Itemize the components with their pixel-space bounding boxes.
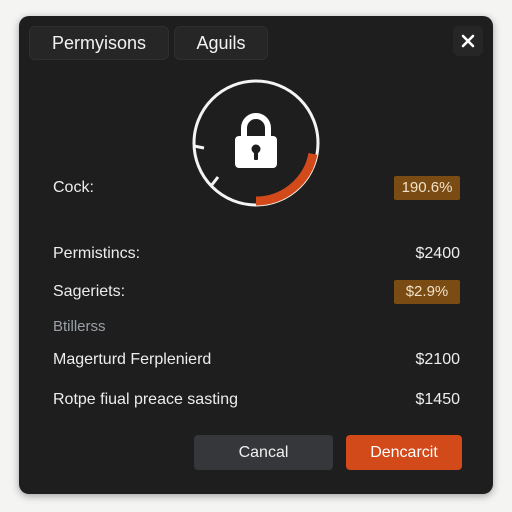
row-label: Magerturd Ferplenierd [53, 351, 212, 368]
row-value: $2400 [415, 245, 461, 262]
row-label: Cock: [53, 179, 94, 196]
close-button[interactable] [453, 26, 483, 56]
row-label: Rotpe fiual preace sasting [53, 391, 238, 408]
list-item-cock: Cock: 190.6% [53, 176, 460, 202]
close-icon [461, 34, 475, 48]
row-value: $1450 [415, 391, 461, 408]
row-label: Sageriets: [53, 283, 126, 300]
row-label: Permistincs: [53, 245, 141, 262]
list-item-magerturd: Magerturd Ferplenierd $2100 [53, 348, 460, 374]
section-label: Btillerss [53, 318, 106, 335]
section-heading-btillerss: Btillerss [53, 315, 460, 341]
row-value-badge: 190.6% [394, 176, 460, 200]
permissions-dialog: Permyisons Aguils Cock: 190.6% Permistin… [19, 16, 493, 494]
confirm-button[interactable]: Dencarcit [346, 435, 462, 470]
list-item-rotpe: Rotpe fiual preace sasting $1450 [53, 388, 460, 414]
tab-permissions[interactable]: Permyisons [29, 26, 169, 60]
cancel-button[interactable]: Cancal [194, 435, 333, 470]
row-value: $2100 [415, 351, 461, 368]
list-item-permistincs: Permistincs: $2400 [53, 242, 460, 268]
list-item-sageriets: Sageriets: $2.9% [53, 280, 460, 306]
row-value-badge: $2.9% [394, 280, 460, 304]
tab-aguils[interactable]: Aguils [174, 26, 268, 60]
